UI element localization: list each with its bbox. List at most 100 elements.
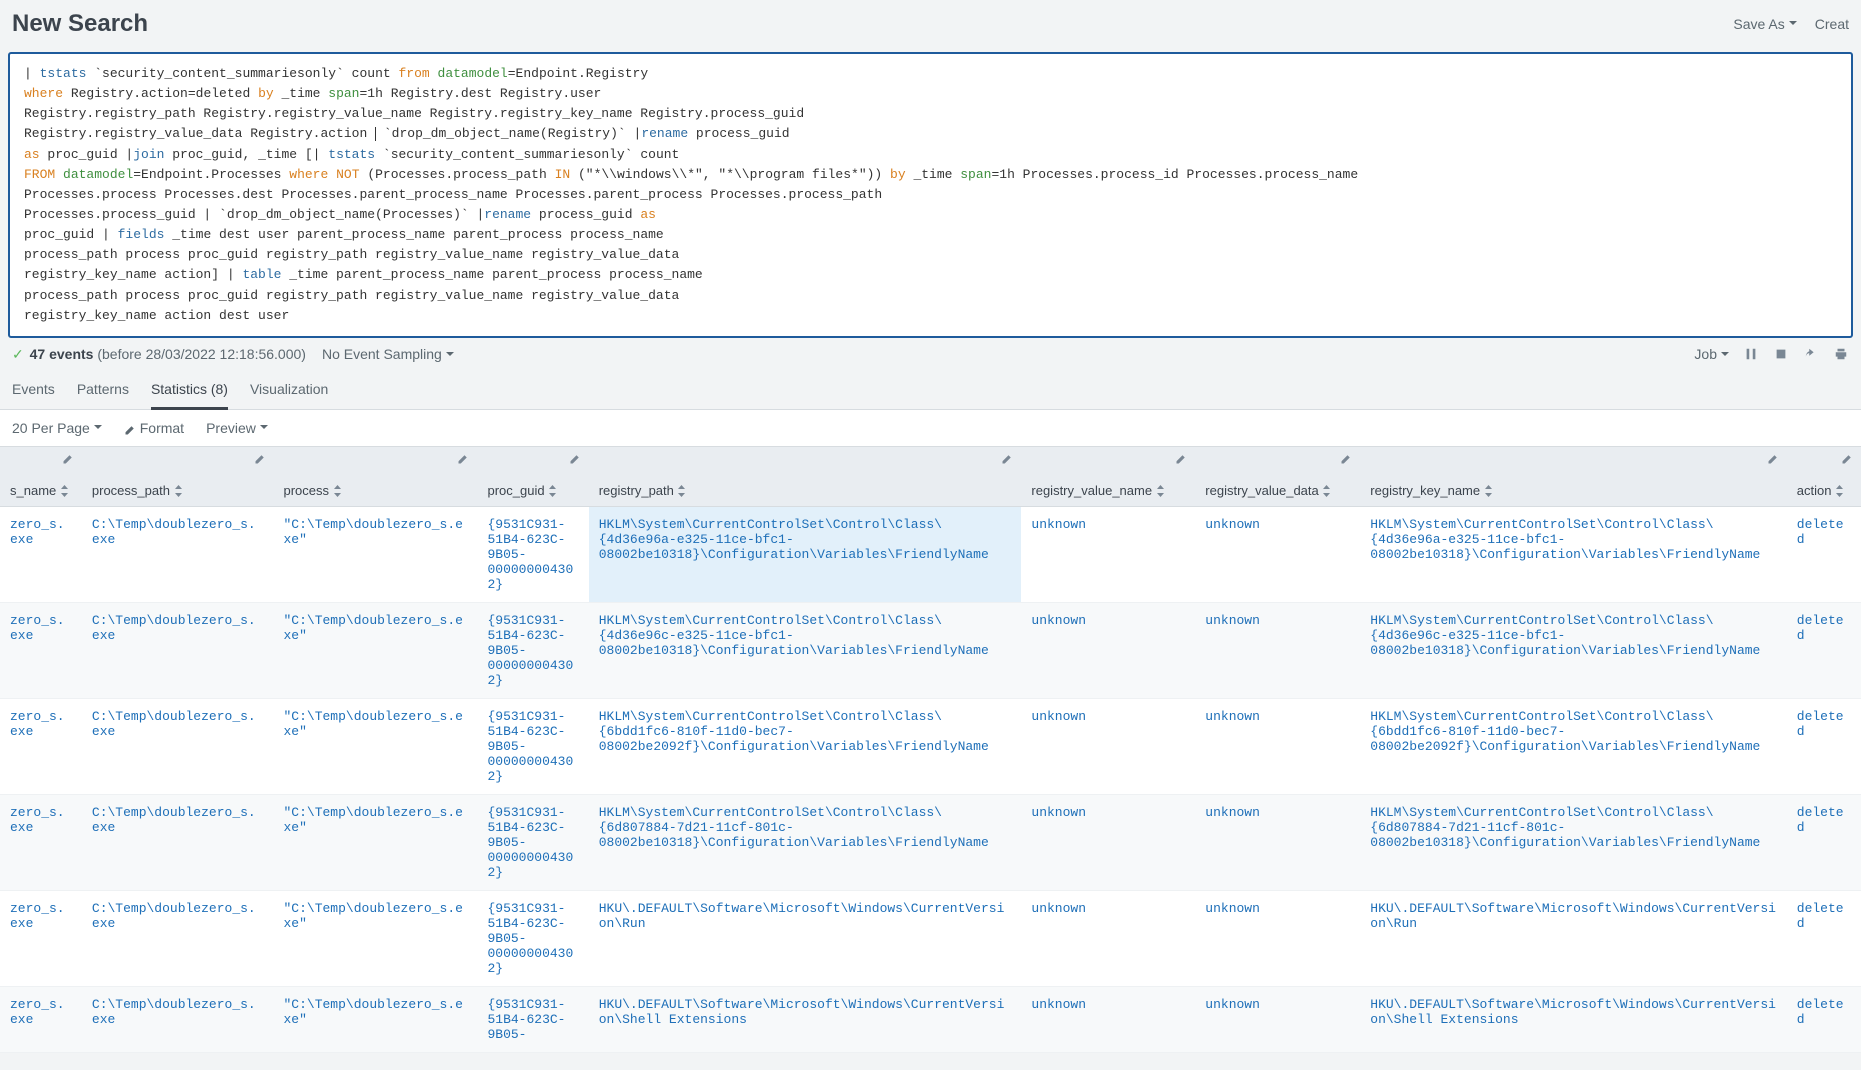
cell-registry_value_name[interactable]: unknown: [1021, 602, 1195, 698]
stop-icon[interactable]: [1773, 346, 1789, 362]
cell-s_name[interactable]: zero_s.exe: [0, 890, 82, 986]
cell-action[interactable]: deleted: [1787, 698, 1861, 794]
cell-registry_value_data[interactable]: unknown: [1195, 602, 1360, 698]
cell-registry_key_name[interactable]: HKU\.DEFAULT\Software\Microsoft\Windows\…: [1360, 890, 1786, 986]
share-icon[interactable]: [1803, 346, 1819, 362]
print-icon[interactable]: [1833, 346, 1849, 362]
check-icon: ✓: [12, 346, 24, 362]
cell-registry_value_data[interactable]: unknown: [1195, 794, 1360, 890]
cell-proc_guid[interactable]: {9531C931-51B4-623C-9B05-000000004302}: [477, 890, 588, 986]
page-title: New Search: [12, 10, 148, 38]
cell-registry_value_name[interactable]: unknown: [1021, 506, 1195, 602]
cell-process[interactable]: "C:\Temp\doublezero_s.exe": [274, 890, 478, 986]
table-row: zero_s.exeC:\Temp\doublezero_s.exe"C:\Te…: [0, 890, 1861, 986]
cell-proc_guid[interactable]: {9531C931-51B4-623C-9B05-000000004302}: [477, 602, 588, 698]
cell-process[interactable]: "C:\Temp\doublezero_s.exe": [274, 794, 478, 890]
cell-registry_key_name[interactable]: HKLM\System\CurrentControlSet\Control\Cl…: [1360, 794, 1786, 890]
cell-registry_value_name[interactable]: unknown: [1021, 890, 1195, 986]
preview-menu[interactable]: Preview: [206, 420, 268, 436]
cell-process_path[interactable]: C:\Temp\doublezero_s.exe: [82, 986, 274, 1052]
cell-registry_value_data[interactable]: unknown: [1195, 698, 1360, 794]
cell-process_path[interactable]: C:\Temp\doublezero_s.exe: [82, 794, 274, 890]
cell-action[interactable]: deleted: [1787, 794, 1861, 890]
job-menu[interactable]: Job: [1694, 346, 1729, 362]
save-as-menu[interactable]: Save As: [1733, 16, 1796, 32]
column-header-s_name[interactable]: s_name: [0, 446, 82, 506]
cell-s_name[interactable]: zero_s.exe: [0, 986, 82, 1052]
column-edit-icon[interactable]: [1001, 453, 1013, 465]
pencil-icon: [124, 423, 136, 435]
column-edit-icon[interactable]: [1841, 453, 1853, 465]
cell-registry_path[interactable]: HKLM\System\CurrentControlSet\Control\Cl…: [589, 602, 1022, 698]
column-header-action[interactable]: action: [1787, 446, 1861, 506]
column-edit-icon[interactable]: [457, 453, 469, 465]
cell-proc_guid[interactable]: {9531C931-51B4-623C-9B05-000000004302}: [477, 698, 588, 794]
results-table: s_name process_path process proc_guid re…: [0, 446, 1861, 1053]
cell-s_name[interactable]: zero_s.exe: [0, 698, 82, 794]
tab-visualization[interactable]: Visualization: [250, 373, 328, 409]
column-header-proc_guid[interactable]: proc_guid: [477, 446, 588, 506]
table-row: zero_s.exeC:\Temp\doublezero_s.exe"C:\Te…: [0, 794, 1861, 890]
search-editor[interactable]: | tstats `security_content_summariesonly…: [8, 52, 1853, 338]
column-edit-icon[interactable]: [1340, 453, 1352, 465]
cell-registry_value_name[interactable]: unknown: [1021, 794, 1195, 890]
cell-process_path[interactable]: C:\Temp\doublezero_s.exe: [82, 506, 274, 602]
column-edit-icon[interactable]: [569, 453, 581, 465]
cell-process[interactable]: "C:\Temp\doublezero_s.exe": [274, 506, 478, 602]
cell-registry_key_name[interactable]: HKU\.DEFAULT\Software\Microsoft\Windows\…: [1360, 986, 1786, 1052]
pause-icon[interactable]: [1743, 346, 1759, 362]
cell-registry_path[interactable]: HKLM\System\CurrentControlSet\Control\Cl…: [589, 794, 1022, 890]
tab-patterns[interactable]: Patterns: [77, 373, 129, 409]
cell-action[interactable]: deleted: [1787, 506, 1861, 602]
per-page-menu[interactable]: 20 Per Page: [12, 420, 102, 436]
cell-process[interactable]: "C:\Temp\doublezero_s.exe": [274, 602, 478, 698]
cell-registry_value_name[interactable]: unknown: [1021, 698, 1195, 794]
column-header-process[interactable]: process: [274, 446, 478, 506]
cell-action[interactable]: deleted: [1787, 602, 1861, 698]
table-row: zero_s.exeC:\Temp\doublezero_s.exe"C:\Te…: [0, 986, 1861, 1052]
column-header-registry_key_name[interactable]: registry_key_name: [1360, 446, 1786, 506]
cell-registry_path[interactable]: HKU\.DEFAULT\Software\Microsoft\Windows\…: [589, 986, 1022, 1052]
event-sampling-menu[interactable]: No Event Sampling: [322, 346, 454, 362]
cell-process_path[interactable]: C:\Temp\doublezero_s.exe: [82, 698, 274, 794]
column-edit-icon[interactable]: [1767, 453, 1779, 465]
tab-events[interactable]: Events: [12, 373, 55, 409]
cell-registry_path[interactable]: HKU\.DEFAULT\Software\Microsoft\Windows\…: [589, 890, 1022, 986]
cell-registry_key_name[interactable]: HKLM\System\CurrentControlSet\Control\Cl…: [1360, 698, 1786, 794]
cell-process_path[interactable]: C:\Temp\doublezero_s.exe: [82, 890, 274, 986]
status-bar: ✓ 47 events (before 28/03/2022 12:18:56.…: [0, 338, 1861, 371]
cell-proc_guid[interactable]: {9531C931-51B4-623C-9B05-000000004302}: [477, 506, 588, 602]
format-menu[interactable]: Format: [124, 420, 184, 436]
cell-action[interactable]: deleted: [1787, 986, 1861, 1052]
cell-registry_value_data[interactable]: unknown: [1195, 986, 1360, 1052]
tab-statistics[interactable]: Statistics (8): [151, 373, 228, 410]
table-row: zero_s.exeC:\Temp\doublezero_s.exe"C:\Te…: [0, 698, 1861, 794]
column-edit-icon[interactable]: [1175, 453, 1187, 465]
column-edit-icon[interactable]: [62, 453, 74, 465]
cell-s_name[interactable]: zero_s.exe: [0, 602, 82, 698]
cell-process_path[interactable]: C:\Temp\doublezero_s.exe: [82, 602, 274, 698]
column-header-registry_value_data[interactable]: registry_value_data: [1195, 446, 1360, 506]
cell-registry_value_data[interactable]: unknown: [1195, 890, 1360, 986]
cell-process[interactable]: "C:\Temp\doublezero_s.exe": [274, 986, 478, 1052]
cell-proc_guid[interactable]: {9531C931-51B4-623C-9B05-000000004302}: [477, 794, 588, 890]
column-header-registry_value_name[interactable]: registry_value_name: [1021, 446, 1195, 506]
column-edit-icon[interactable]: [254, 453, 266, 465]
result-tabs: Events Patterns Statistics (8) Visualiza…: [0, 371, 1861, 410]
cell-registry_path[interactable]: HKLM\System\CurrentControlSet\Control\Cl…: [589, 506, 1022, 602]
column-header-process_path[interactable]: process_path: [82, 446, 274, 506]
cell-s_name[interactable]: zero_s.exe: [0, 794, 82, 890]
table-toolbar: 20 Per Page Format Preview: [0, 410, 1861, 446]
table-row: zero_s.exeC:\Temp\doublezero_s.exe"C:\Te…: [0, 602, 1861, 698]
cell-s_name[interactable]: zero_s.exe: [0, 506, 82, 602]
cell-process[interactable]: "C:\Temp\doublezero_s.exe": [274, 698, 478, 794]
create-menu[interactable]: Creat: [1815, 16, 1849, 32]
cell-registry_path[interactable]: HKLM\System\CurrentControlSet\Control\Cl…: [589, 698, 1022, 794]
cell-proc_guid[interactable]: {9531C931-51B4-623C-9B05-: [477, 986, 588, 1052]
cell-registry_key_name[interactable]: HKLM\System\CurrentControlSet\Control\Cl…: [1360, 506, 1786, 602]
cell-registry_value_name[interactable]: unknown: [1021, 986, 1195, 1052]
cell-registry_key_name[interactable]: HKLM\System\CurrentControlSet\Control\Cl…: [1360, 602, 1786, 698]
column-header-registry_path[interactable]: registry_path: [589, 446, 1022, 506]
cell-action[interactable]: deleted: [1787, 890, 1861, 986]
cell-registry_value_data[interactable]: unknown: [1195, 506, 1360, 602]
